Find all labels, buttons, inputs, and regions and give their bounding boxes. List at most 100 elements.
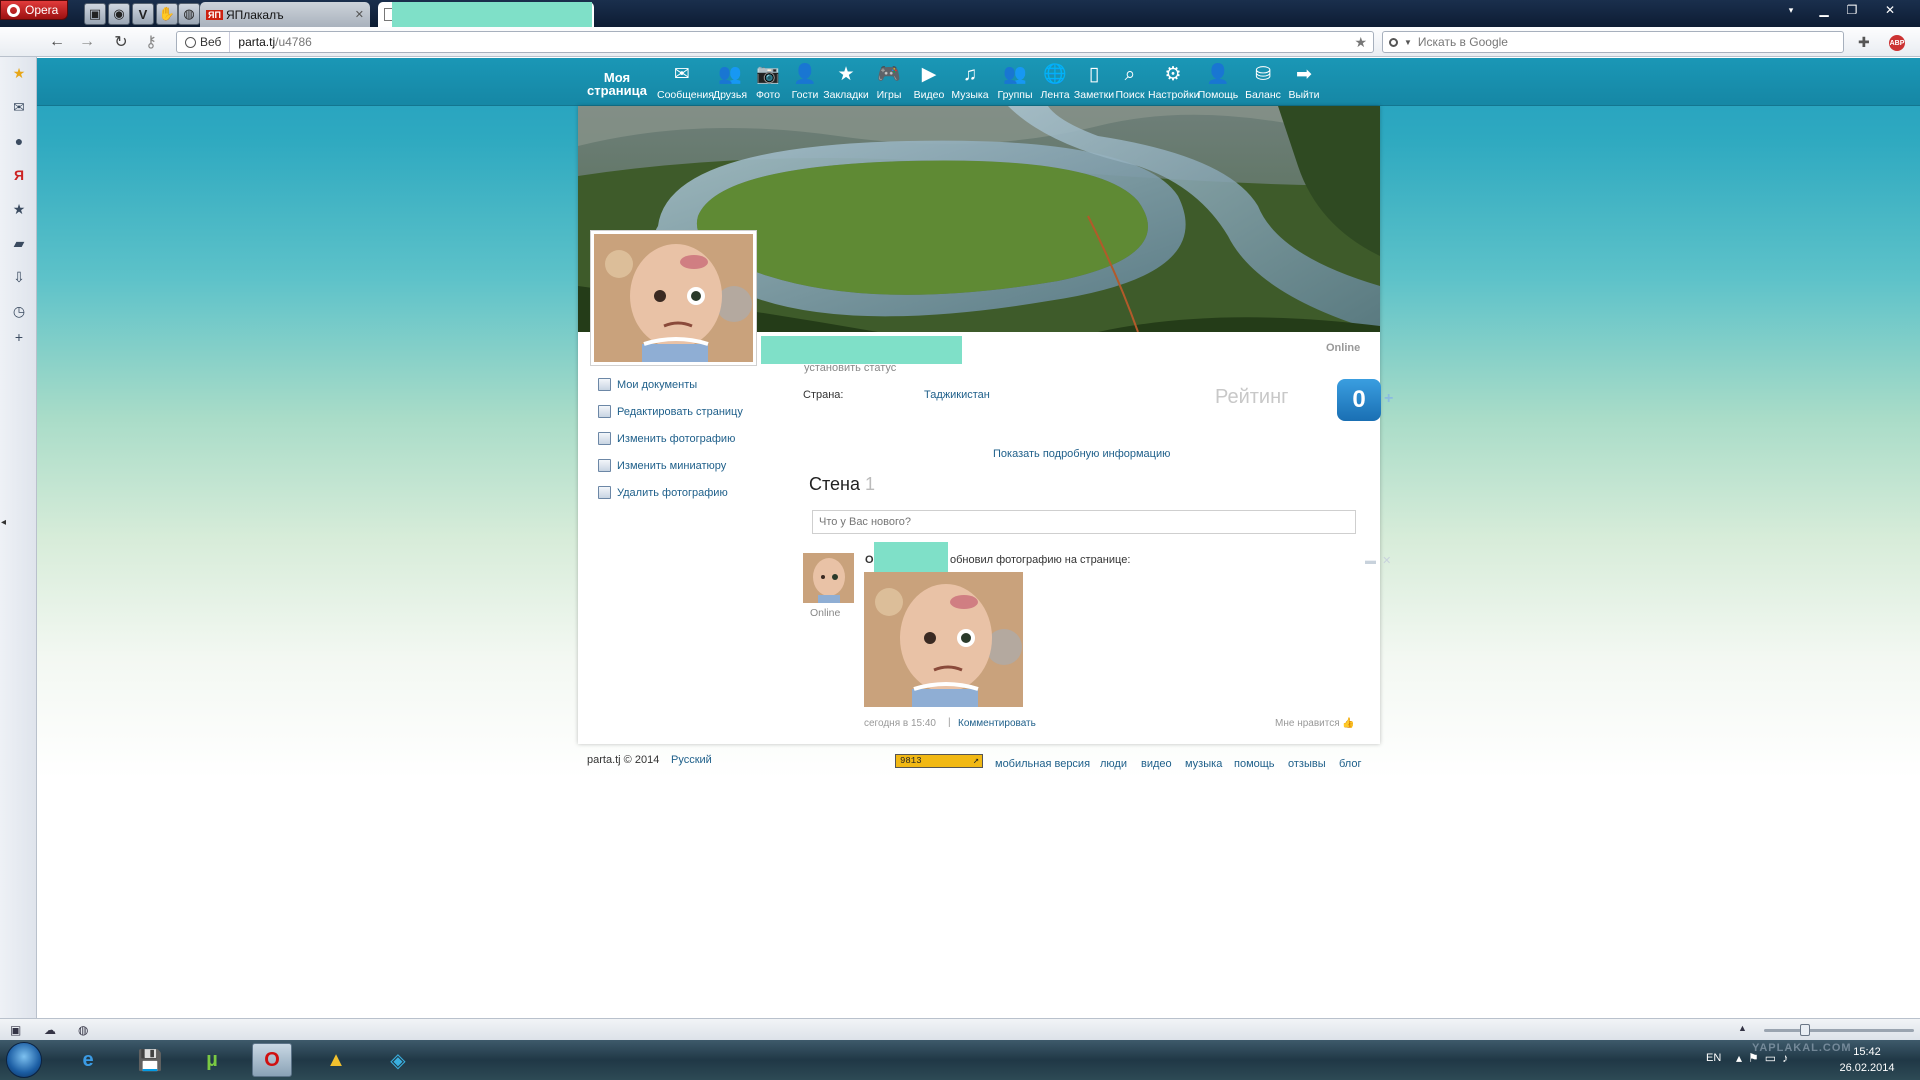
favorites-star-icon[interactable]: ★: [11, 201, 27, 217]
nav-my-page[interactable]: Моя страница: [587, 71, 647, 97]
key-wand-icon[interactable]: ⚷: [140, 32, 162, 52]
search-engine-chevron-icon[interactable]: ▼: [1404, 38, 1412, 47]
history-clock-icon[interactable]: ◷: [11, 303, 27, 319]
globe-icon: [185, 36, 196, 48]
web-badge[interactable]: Веб: [177, 32, 231, 52]
pinned-tab-circle[interactable]: ◉: [108, 3, 130, 25]
aimp-icon[interactable]: ▲: [316, 1043, 356, 1077]
restore-button[interactable]: ❐: [1838, 0, 1866, 20]
pinned-tab-blue[interactable]: ◍: [178, 3, 200, 25]
change-photo-link[interactable]: Изменить фотографию: [598, 432, 735, 445]
mail-icon[interactable]: ✉: [11, 99, 27, 115]
back-arrow-icon[interactable]: ←: [46, 32, 68, 52]
contacts-icon[interactable]: ●: [11, 133, 27, 149]
extensions-puzzle-icon[interactable]: ✚: [1858, 34, 1870, 51]
delete-post-icon[interactable]: ✕: [1382, 555, 1391, 567]
floppy-disk-icon[interactable]: 💾: [130, 1043, 170, 1077]
nav-settings[interactable]: ⚙ Настройки: [1148, 64, 1200, 101]
downloads-icon[interactable]: ⇩: [11, 269, 27, 285]
footer-link-blog[interactable]: блог: [1339, 758, 1361, 770]
turbo-icon[interactable]: ◍: [78, 1023, 88, 1037]
footer-language-link[interactable]: Русский: [671, 754, 712, 766]
country-value[interactable]: Таджикистан: [924, 389, 990, 401]
thumbs-up-icon: 👍: [1342, 718, 1355, 729]
footer-link-music[interactable]: музыка: [1185, 758, 1222, 770]
app-diamond-icon[interactable]: ◈: [378, 1043, 418, 1077]
nav-music[interactable]: ♫ Музыка: [945, 64, 995, 101]
tray-arrow-icon[interactable]: ▴: [1736, 1051, 1748, 1065]
add-panel-icon[interactable]: +: [11, 329, 27, 345]
url-text[interactable]: parta.tj/u4786: [230, 35, 311, 49]
tab-yaplakal[interactable]: ЯП ЯПлакалъ ✕: [200, 2, 370, 27]
tab-list-chevron-icon[interactable]: ▾: [1782, 0, 1800, 20]
minimize-button[interactable]: ▁: [1810, 0, 1838, 20]
footer-link-help[interactable]: помощь: [1234, 758, 1275, 770]
system-clock[interactable]: 15:42 26.02.2014: [1832, 1044, 1902, 1076]
pinned-tab-speed-dial[interactable]: ▣: [84, 3, 106, 25]
comment-bubble-icon[interactable]: ▬: [1365, 555, 1376, 567]
reload-icon[interactable]: ↻: [110, 32, 132, 52]
panel-toggle-icon[interactable]: ▣: [10, 1023, 21, 1037]
bookmark-star-icon[interactable]: ★: [1354, 34, 1367, 51]
edit-page-link[interactable]: Редактировать страницу: [598, 405, 743, 418]
online-indicator: Online: [1326, 342, 1361, 354]
my-documents-link[interactable]: Мои документы: [598, 378, 697, 391]
footer-copyright: parta.tj © 2014: [587, 754, 660, 766]
pinned-tab-thumb[interactable]: ✋: [156, 3, 178, 25]
nav-help[interactable]: 👤 Помощь: [1193, 64, 1243, 101]
collapse-panel-arrow-icon[interactable]: ◂: [1, 517, 6, 528]
visitor-counter[interactable]: 9813 ↗: [895, 754, 983, 768]
forward-arrow-icon[interactable]: →: [76, 32, 98, 52]
zoom-slider-track[interactable]: [1764, 1029, 1914, 1032]
set-status-link[interactable]: установить статус: [804, 362, 896, 374]
footer-link-video[interactable]: видео: [1141, 758, 1172, 770]
flag-icon[interactable]: ⚑: [1748, 1051, 1765, 1065]
yandex-icon[interactable]: Я: [11, 167, 27, 183]
tab-close-icon[interactable]: ✕: [355, 8, 364, 21]
bookmarks-star-icon[interactable]: ★: [11, 65, 27, 81]
nav-messages[interactable]: ✉ Сообщения: [657, 64, 714, 101]
volume-icon[interactable]: ♪: [1782, 1051, 1794, 1065]
opera-taskbar-icon[interactable]: O: [252, 1043, 292, 1077]
adblock-icon[interactable]: ABP: [1889, 35, 1905, 51]
rating-label: Рейтинг: [1215, 386, 1289, 408]
change-thumbnail-link[interactable]: Изменить миниатюру: [598, 459, 726, 472]
post-author-name[interactable]: О: [865, 554, 874, 566]
search-icon: [1389, 37, 1398, 47]
footer-link-mobile[interactable]: мобильная версия: [995, 758, 1090, 770]
language-indicator[interactable]: EN: [1706, 1052, 1721, 1064]
internet-explorer-icon[interactable]: e: [68, 1043, 108, 1077]
rating-badge[interactable]: 0: [1337, 379, 1381, 421]
post-action-text: обновил фотографию на странице:: [950, 554, 1131, 566]
browser-tab-bar: Opera ▣ ◉ V ✋ ◍ ЯП ЯПлакалъ ✕ ▾ ▁ ❐ ✕: [0, 0, 1920, 27]
start-button[interactable]: [6, 1042, 42, 1078]
pinned-tab-v[interactable]: V: [132, 3, 154, 25]
close-window-button[interactable]: ✕: [1876, 0, 1904, 20]
footer-link-reviews[interactable]: отзывы: [1288, 758, 1326, 770]
notes-icon[interactable]: ▰: [11, 235, 27, 251]
delete-photo-icon: [598, 486, 611, 499]
footer-link-people[interactable]: люди: [1100, 758, 1127, 770]
network-icon[interactable]: ▭: [1765, 1051, 1782, 1065]
like-button[interactable]: Мне нравится 👍: [1275, 718, 1355, 729]
avatar-baby-image: [594, 234, 753, 362]
profile-avatar[interactable]: [590, 230, 757, 366]
redacted-username: [761, 336, 962, 364]
tab-active[interactable]: [378, 2, 594, 27]
system-tray[interactable]: ▴⚑▭♪: [1736, 1051, 1794, 1065]
search-field[interactable]: ▼ Искать в Google: [1382, 31, 1844, 53]
opera-menu-button[interactable]: Opera: [0, 0, 68, 20]
view-menu-chevron-icon[interactable]: ▲: [1738, 1023, 1747, 1033]
wall-post-input[interactable]: [812, 510, 1356, 534]
zoom-slider-handle[interactable]: [1800, 1024, 1810, 1036]
rating-plus-button[interactable]: +: [1384, 390, 1393, 408]
show-more-info-link[interactable]: Показать подробную информацию: [993, 448, 1170, 460]
nav-logout[interactable]: ➡ Выйти: [1279, 64, 1329, 101]
address-field[interactable]: Веб parta.tj/u4786 ★: [176, 31, 1374, 53]
delete-photo-link[interactable]: Удалить фотографию: [598, 486, 728, 499]
post-photo[interactable]: [864, 572, 1023, 707]
utorrent-icon[interactable]: µ: [192, 1043, 232, 1077]
comment-link[interactable]: Комментировать: [958, 718, 1036, 729]
unite-cloud-icon[interactable]: ☁: [44, 1023, 56, 1037]
post-author-avatar[interactable]: [803, 553, 854, 603]
